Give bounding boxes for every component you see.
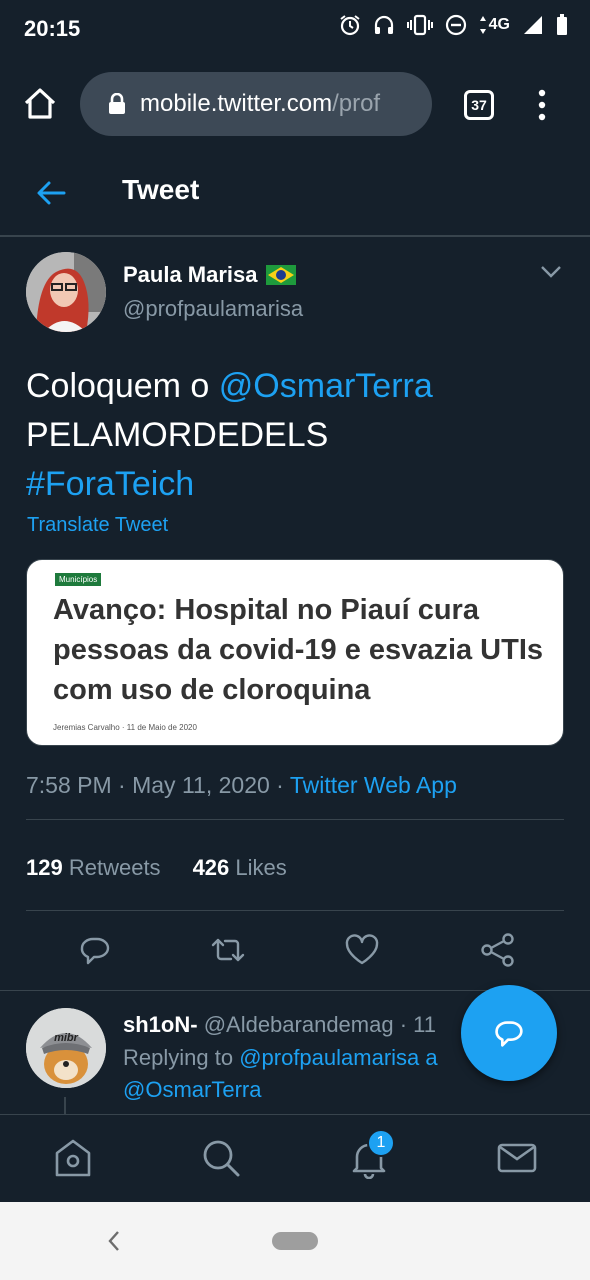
link-preview-card[interactable]: Municípios Avanço: Hospital no Piauí cur… [26, 559, 564, 746]
status-bar: 20:15 4G [0, 0, 590, 60]
more-menu-icon[interactable] [532, 88, 552, 122]
data-arrows-icon [479, 16, 486, 34]
divider [26, 819, 564, 820]
reply-author-name[interactable]: sh1oN- [123, 1012, 198, 1037]
reply-author-handle[interactable]: @Aldebarandemag · 11 [204, 1012, 436, 1037]
tab-count: 37 [471, 97, 487, 113]
tweet-source-link[interactable]: Twitter Web App [290, 772, 457, 798]
headphones-icon [374, 15, 393, 34]
compose-reply-button[interactable] [461, 985, 557, 1081]
author-handle[interactable]: @profpaulamarisa [123, 296, 303, 322]
status-time: 20:15 [24, 16, 81, 41]
status-icons: 4G [339, 14, 568, 36]
mention-link[interactable]: @OsmarTerra [219, 367, 433, 405]
tweet-date: May 11, 2020 [132, 772, 270, 798]
hashtag-link[interactable]: #ForaTeich [26, 465, 194, 503]
signal-icon [524, 16, 542, 34]
tabs-button[interactable]: 37 [464, 90, 494, 120]
tweet-timestamp: 7:58 PM · May 11, 2020 · Twitter Web App [26, 772, 457, 798]
likes-stat[interactable]: 426 Likes [193, 855, 287, 881]
replying-to-label: Replying to [123, 1045, 240, 1070]
author-avatar[interactable] [26, 252, 106, 332]
tweet-text-line2: PELAMORDEDELS [26, 416, 329, 454]
retweet-icon[interactable] [208, 930, 248, 970]
retweets-stat[interactable]: 129 Retweets [26, 855, 161, 881]
tweet-text-prefix: Coloquem o [26, 367, 219, 405]
retweets-label: Retweets [68, 855, 161, 880]
replying-to: Replying to @profpaulamarisa a [123, 1045, 438, 1071]
notifications-badge: 1 [367, 1129, 395, 1157]
home-icon[interactable] [52, 1137, 94, 1179]
reply-icon[interactable] [74, 930, 114, 970]
likes-label: Likes [235, 855, 287, 880]
chevron-down-icon[interactable] [538, 262, 564, 282]
reply-avatar-cap-text: mibr [54, 1032, 79, 1044]
card-category-badge: Municípios [55, 573, 102, 586]
compose-reply-icon [495, 1021, 523, 1047]
messages-mail-icon[interactable] [496, 1137, 538, 1179]
browser-bar: mobile.twitter.com/prof 37 [0, 60, 590, 150]
share-icon[interactable] [478, 930, 518, 970]
system-back-icon[interactable] [104, 1228, 124, 1254]
brazil-flag-icon [265, 265, 296, 285]
card-byline: Jeremias Carvalho · 11 de Maio de 2020 [53, 723, 197, 732]
reply-avatar-image: mibr [26, 1008, 106, 1088]
translate-tweet-link[interactable]: Translate Tweet [27, 514, 168, 537]
retweets-count: 129 [26, 855, 63, 880]
system-home-pill[interactable] [272, 1232, 318, 1250]
browser-home-icon[interactable] [22, 86, 58, 122]
address-bar[interactable]: mobile.twitter.com/prof [80, 72, 432, 136]
url-host: mobile.twitter.com [140, 90, 333, 117]
thread-line [64, 1097, 66, 1115]
system-nav-bar [0, 1202, 590, 1280]
search-icon[interactable] [200, 1137, 242, 1179]
author-avatar-image [26, 252, 106, 332]
divider [26, 910, 564, 911]
like-heart-icon[interactable] [342, 930, 382, 970]
reply-avatar[interactable]: mibr [26, 1008, 106, 1088]
back-arrow-icon[interactable] [34, 176, 68, 210]
tweet-header: Tweet [0, 150, 590, 237]
dnd-icon [445, 14, 466, 36]
replying-to-link[interactable]: @profpaulamarisa a [239, 1045, 437, 1070]
card-headline: Avanço: Hospital no Piauí cura pessoas d… [53, 594, 544, 706]
network-type: 4G [488, 16, 510, 33]
author-name[interactable]: Paula Marisa [123, 262, 296, 288]
replying-to-link-2[interactable]: @OsmarTerra [123, 1077, 261, 1103]
author-name-text: Paula Marisa [123, 262, 258, 287]
battery-icon [557, 14, 567, 35]
lock-icon [109, 93, 125, 114]
tweet-time: 7:58 PM [26, 772, 112, 798]
likes-count: 426 [192, 855, 230, 880]
vibrate-icon [406, 14, 433, 36]
reply-header: sh1oN- @Aldebarandemag · 11 [123, 1012, 436, 1038]
tweet-text: Coloquem o @OsmarTerra PELAMORDEDELS #Fo… [26, 362, 566, 509]
alarm-icon [340, 15, 360, 36]
page-title: Tweet [122, 174, 200, 205]
bottom-nav: 1 [0, 1114, 590, 1202]
tweet-stats: 129 Retweets 426 Likes [26, 855, 287, 881]
url-path: /prof [332, 90, 381, 117]
